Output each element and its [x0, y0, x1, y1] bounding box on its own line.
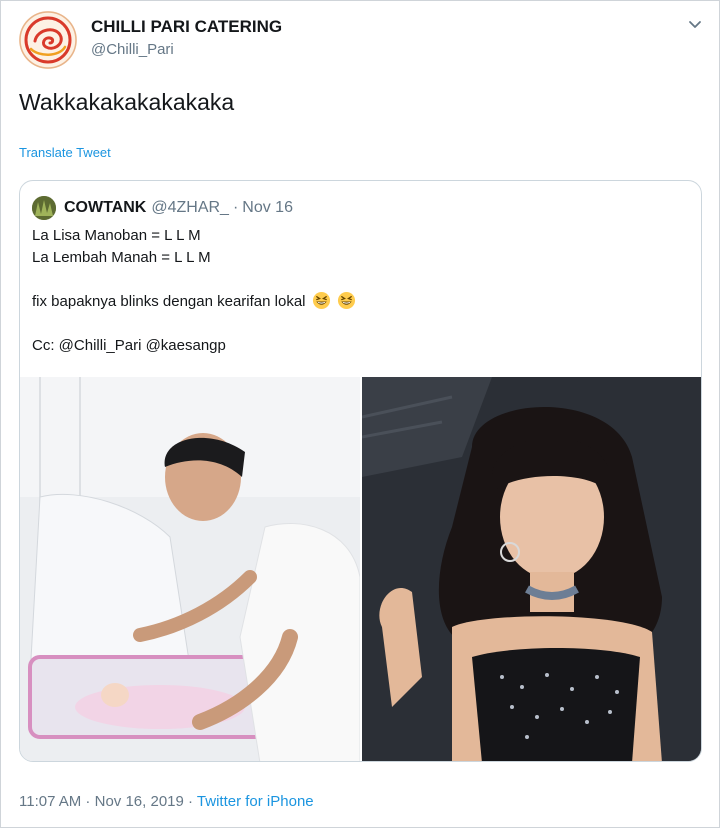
translate-tweet-link[interactable]: Translate Tweet	[19, 145, 111, 160]
tweet-header: CHILLI PARI CATERING @Chilli_Pari	[19, 11, 709, 71]
grinning-squinting-face-icon	[312, 291, 330, 310]
quoted-line: La Lembah Manah = L L M	[32, 249, 211, 266]
quoted-line: Cc: @Chilli_Pari @kaesangp	[32, 337, 226, 354]
quoted-line-with-emoji: fix bapaknya blinks dengan kearifan loka…	[32, 291, 682, 313]
chilli-pari-logo-icon	[19, 11, 77, 69]
grinning-squinting-face-icon	[337, 291, 355, 310]
quoted-author-handle[interactable]: @4ZHAR_	[151, 199, 229, 217]
quoted-media	[20, 377, 701, 761]
tweet-footer: 11:07 AM · Nov 16, 2019 · Twitter for iP…	[19, 793, 314, 810]
quoted-tweet[interactable]: COWTANK @4ZHAR_ · Nov 16 La Lisa Manoban…	[19, 180, 702, 762]
tweet-text: Wakkakakakakakaka	[19, 89, 235, 115]
chevron-down-icon[interactable]	[685, 15, 705, 35]
photo-portrait[interactable]	[362, 377, 701, 761]
quoted-tweet-body: La Lisa Manoban = L L M La Lembah Manah …	[32, 225, 682, 357]
tweet-card: CHILLI PARI CATERING @Chilli_Pari Wakkak…	[0, 0, 720, 828]
quoted-author-name[interactable]: COWTANK	[64, 199, 146, 217]
footer-separator: ·	[183, 793, 197, 810]
quoted-line: La Lisa Manoban = L L M	[32, 227, 201, 244]
tweet-time[interactable]: 11:07 AM	[19, 793, 81, 810]
photo-baby-crib[interactable]	[20, 377, 360, 761]
tweet-source-link[interactable]: Twitter for iPhone	[197, 793, 314, 810]
tweet-date[interactable]: Nov 16, 2019	[95, 793, 184, 810]
author-avatar[interactable]	[19, 11, 77, 69]
author-handle[interactable]: @Chilli_Pari	[91, 41, 174, 58]
quoted-date[interactable]: Nov 16	[242, 199, 293, 217]
author-name[interactable]: CHILLI PARI CATERING	[91, 17, 282, 37]
footer-separator: ·	[81, 793, 95, 810]
quoted-separator: ·	[232, 199, 239, 216]
cowtank-avatar-icon[interactable]	[32, 196, 56, 220]
quoted-tweet-header: COWTANK @4ZHAR_ · Nov 16	[32, 195, 293, 221]
quoted-line: fix bapaknya blinks dengan kearifan loka…	[32, 293, 306, 310]
